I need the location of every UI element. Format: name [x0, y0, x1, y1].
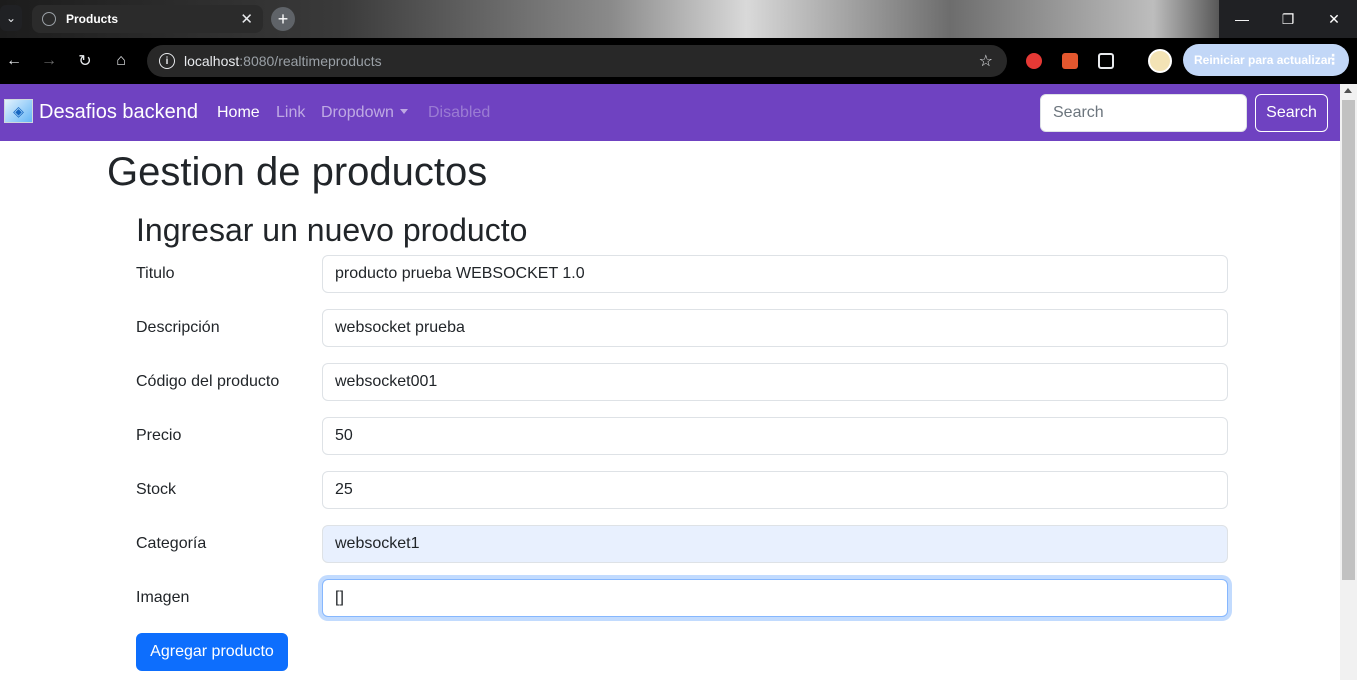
nav-link-home[interactable]: Home [217, 104, 260, 122]
categoria-field[interactable] [322, 525, 1228, 563]
form-row-titulo: Titulo [136, 255, 1228, 293]
nav-link-link[interactable]: Link [276, 104, 305, 122]
browser-tab-strip: ⌄ Products ✕ + — ❐ ✕ [0, 0, 1357, 38]
forward-icon[interactable]: → [37, 49, 61, 73]
titulo-label: Titulo [136, 265, 175, 282]
site-navbar: ◈ Desafios backend Home Link Dropdown Di… [0, 84, 1340, 141]
update-button-label: Reiniciar para actualizar [1194, 53, 1333, 67]
browser-tab[interactable]: Products ✕ [32, 5, 263, 33]
site-info-icon[interactable]: i [159, 53, 175, 69]
profile-avatar[interactable] [1148, 49, 1172, 73]
imagen-field[interactable] [322, 579, 1228, 617]
form-row-categoria: Categoría [136, 525, 1228, 563]
url-host: localhost [184, 53, 240, 69]
restore-button[interactable]: ❐ [1265, 0, 1311, 38]
descripcion-label: Descripción [136, 319, 220, 336]
form-row-codigo: Código del producto [136, 363, 1228, 401]
imagen-label: Imagen [136, 589, 190, 606]
form-row-imagen: Imagen [136, 579, 1228, 617]
scroll-up-icon[interactable] [1344, 88, 1352, 93]
page-title: Gestion de productos [107, 150, 488, 194]
stock-field[interactable] [322, 471, 1228, 509]
tab-title: Products [66, 12, 119, 26]
tab-search-button[interactable]: ⌄ [0, 5, 22, 31]
minimize-button[interactable]: — [1219, 0, 1265, 38]
globe-icon [42, 12, 56, 26]
nav-link-disabled: Disabled [428, 104, 491, 121]
form-row-stock: Stock [136, 471, 1228, 509]
home-icon[interactable]: ⌂ [109, 49, 133, 73]
codigo-field[interactable] [322, 363, 1228, 401]
reload-icon[interactable]: ↻ [73, 49, 97, 73]
update-button[interactable]: Reiniciar para actualizar ⋮ [1183, 44, 1349, 76]
back-icon[interactable]: ← [2, 49, 26, 73]
scrollbar-thumb[interactable] [1342, 100, 1355, 580]
navbar-search-button[interactable]: Search [1255, 94, 1328, 132]
navbar-search-input[interactable] [1040, 94, 1247, 132]
descripcion-field[interactable] [322, 309, 1228, 347]
stock-label: Stock [136, 481, 177, 498]
precio-field[interactable] [322, 417, 1228, 455]
extension-red-icon[interactable] [1026, 53, 1042, 69]
add-product-button[interactable]: Agregar producto [136, 633, 288, 671]
dropdown-label: Dropdown [321, 104, 394, 121]
form-row-precio: Precio [136, 417, 1228, 455]
url-path: :8080/realtimeproducts [239, 53, 382, 69]
codigo-label: Código del producto [136, 373, 280, 390]
menu-dots-icon[interactable]: ⋮ [1326, 51, 1340, 68]
extensions-puzzle-icon[interactable] [1098, 53, 1114, 69]
brand-logo-icon[interactable]: ◈ [4, 99, 33, 123]
address-bar[interactable]: i localhost:8080/realtimeproducts ☆ [147, 45, 1007, 77]
bookmark-star-icon[interactable]: ☆ [979, 51, 993, 71]
nav-link-dropdown[interactable]: Dropdown [321, 104, 408, 122]
categoria-label: Categoría [136, 535, 207, 552]
titulo-field[interactable] [322, 255, 1228, 293]
extension-todoist-icon[interactable] [1062, 53, 1078, 69]
form-title: Ingresar un nuevo producto [136, 212, 528, 248]
new-tab-button[interactable]: + [271, 7, 295, 31]
chevron-down-icon [399, 109, 408, 114]
close-window-button[interactable]: ✕ [1311, 0, 1357, 38]
browser-toolbar: ← → ↻ ⌂ i localhost:8080/realtimeproduct… [0, 38, 1357, 84]
precio-label: Precio [136, 427, 182, 444]
tab-close-icon[interactable]: ✕ [240, 10, 253, 28]
form-row-descripcion: Descripción [136, 309, 1228, 347]
brand-name[interactable]: Desafios backend [39, 101, 198, 124]
